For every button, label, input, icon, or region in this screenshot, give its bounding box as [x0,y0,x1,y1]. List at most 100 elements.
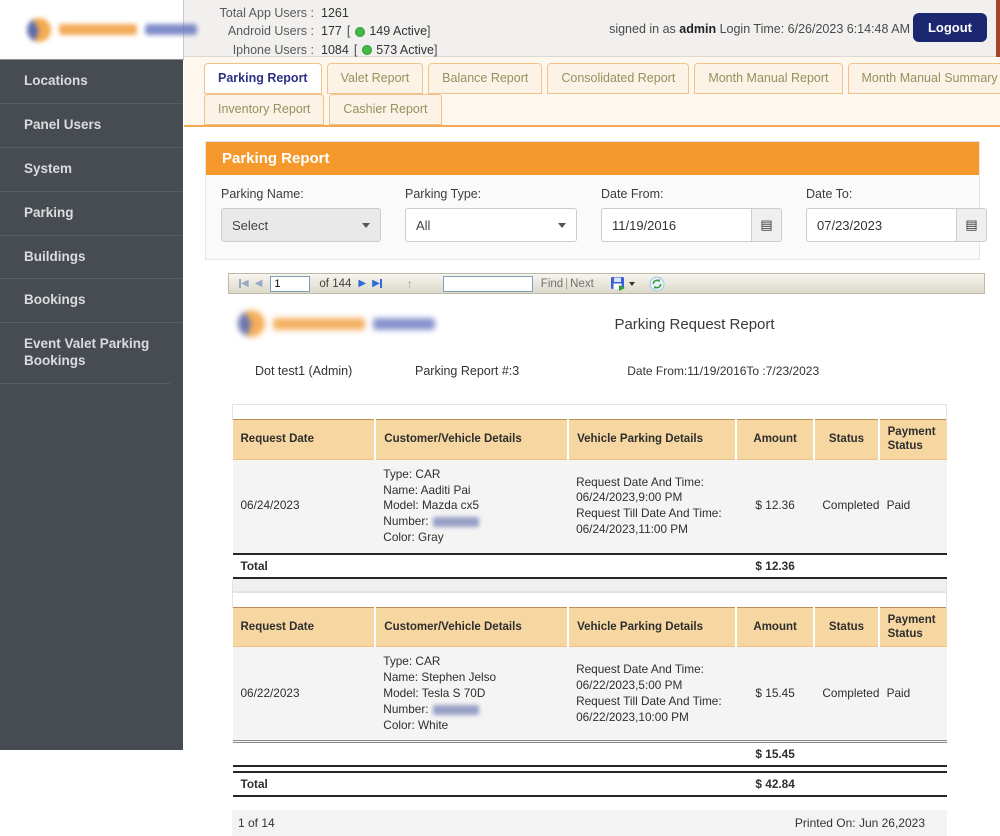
bracket: ] [433,42,438,57]
calendar-icon: ▤ [760,217,773,232]
tab-month-manual-report[interactable]: Month Manual Report [694,63,843,94]
find-link[interactable]: Find [541,278,563,290]
filter-panel-title: Parking Report [206,142,979,175]
next-page-icon[interactable]: ▶ [358,278,366,289]
customer-color: Color: Gray [383,529,444,544]
col-request-date: Request Date [232,606,377,648]
report-viewer-toolbar: ◀ ◀ of 144 ▶ ▶ ↑ Find | Next [228,273,985,294]
col-customer-vehicle: Customer/Vehicle Details [375,419,570,460]
stat-active: 149 Active [369,24,428,39]
brand-logo-icon [238,310,265,337]
find-text-input[interactable] [442,275,533,292]
subtotal-amount: $ 15.45 [735,740,815,768]
report-title: Parking Request Report [614,316,775,333]
request-time-value: 06/22/2023,5:00 PM [576,678,683,693]
cell-request-date: 06/22/2023 [232,646,376,742]
edge-accent [996,0,1000,57]
col-customer-vehicle: Customer/Vehicle Details [375,606,570,648]
tab-consolidated-report[interactable]: Consolidated Report [547,63,690,94]
sidebar-item-parking[interactable]: Parking [0,192,183,236]
prev-page-icon[interactable]: ◀ [255,278,263,289]
table-row: 06/22/2023 Type: CAR Name: Stephen Jelso… [232,646,947,742]
report-table-section-1: Request Date Customer/Vehicle Details Ve… [232,404,947,579]
active-dot-icon [362,45,373,56]
sidebar-item-locations[interactable]: Locations [0,60,183,104]
cell-customer-details: Type: CAR Name: Stephen Jelso Model: Tes… [375,646,569,742]
parking-type-select[interactable]: All [405,208,577,242]
cell-parking-details: Request Date And Time: 06/22/2023,5:00 P… [568,646,736,742]
redacted-plate [432,704,479,715]
filter-panel: Parking Report Parking Name: Select Park… [205,141,987,260]
report-page-count: 1 of 14 [238,816,275,831]
cell-status: Completed [814,459,879,554]
filter-panel-body: Parking Name: Select Parking Type: All D… [206,175,987,259]
brand-logo [27,17,197,42]
date-to-calendar-button[interactable]: ▤ [956,208,987,242]
first-page-icon[interactable]: ◀ [239,278,249,289]
sidebar-item-buildings[interactable]: Buildings [0,236,183,280]
col-status: Status [814,606,880,648]
tab-valet-report[interactable]: Valet Report [326,63,424,94]
next-link[interactable]: Next [570,278,594,290]
bracket: [ [353,42,358,57]
total-amount: $ 42.84 [735,771,815,798]
cell-payment-status: Paid [878,646,947,742]
table-spacer-row [232,404,947,420]
customer-model: Model: Mazda cx5 [383,498,480,513]
report-header: Parking Request Report [232,298,947,337]
till-time-value: 06/24/2023,11:00 PM [576,522,689,537]
tab-parking-report[interactable]: Parking Report [204,63,322,94]
parking-name-select[interactable]: Select [221,208,381,242]
cell-parking-details: Request Date And Time: 06/24/2023,9:00 P… [568,459,736,554]
page-number-input[interactable] [270,275,311,292]
customer-number: Number: [383,702,560,718]
logout-button[interactable]: Logout [912,13,987,42]
sidebar-nav: Locations Panel Users System Parking Bui… [0,60,183,750]
sidebar-item-event-valet-parking-bookings[interactable]: Event Valet Parking Bookings [0,323,170,384]
signed-in-info: signed in as admin Login Time: 6/26/2023… [609,22,910,36]
sidebar-item-bookings[interactable]: Bookings [0,279,183,324]
total-amount: $ 12.36 [735,552,815,579]
stat-label: Android Users : [227,24,314,39]
date-from-input[interactable] [601,208,751,242]
table-header-row: Request Date Customer/Vehicle Details Ve… [232,419,947,460]
tab-month-manual-summary[interactable]: Month Manual Summary [847,63,1000,94]
tab-row-1: Parking Report Valet Report Balance Repo… [204,63,1000,94]
refresh-icon [649,276,665,291]
active-dot-icon [355,26,366,37]
col-payment-status: Payment Status [878,419,947,460]
stat-active: 573 Active [376,42,434,57]
export-button[interactable] [610,276,635,292]
printed-on: Printed On: Jun 26,2023 [794,816,925,831]
tab-inventory-report[interactable]: Inventory Report [204,94,325,125]
stat-value: 1261 [321,6,349,20]
parent-report-icon[interactable]: ↑ [407,277,413,291]
brand-word-redacted [59,24,137,35]
refresh-button[interactable] [649,276,665,292]
sidebar-item-panel-users[interactable]: Panel Users [0,104,183,148]
report-admin-line: Dot test1 (Admin) [255,364,353,378]
cell-request-date: 06/24/2023 [232,459,376,554]
date-from-calendar-button[interactable]: ▤ [751,208,782,242]
tab-balance-report[interactable]: Balance Report [428,63,543,94]
tab-cashier-report[interactable]: Cashier Report [329,94,442,125]
stat-label: Iphone Users : [232,42,314,57]
customer-name: Name: Stephen Jelso [383,670,497,685]
brand-word-redacted [145,24,197,35]
redacted-plate [432,517,479,528]
login-time-label: Login Time: [719,22,785,36]
report-table-section-2: Request Date Customer/Vehicle Details Ve… [232,591,947,798]
date-to-label: Date To: [806,187,853,201]
export-dropdown-icon [628,281,635,286]
app-logo-box[interactable] [0,0,197,60]
report-page: Parking Request Report Dot test1 (Admin)… [232,298,947,836]
cell-payment-status: Paid [878,459,947,554]
calendar-icon: ▤ [965,217,978,232]
sidebar-item-system[interactable]: System [0,148,183,192]
date-to-input[interactable] [806,208,956,242]
parking-name-label: Parking Name: [221,187,304,201]
grand-total-row: Total $ 42.84 [232,771,947,798]
last-page-icon[interactable]: ▶ [372,278,382,289]
bracket: [ [346,24,351,39]
export-floppy-icon [610,276,625,291]
